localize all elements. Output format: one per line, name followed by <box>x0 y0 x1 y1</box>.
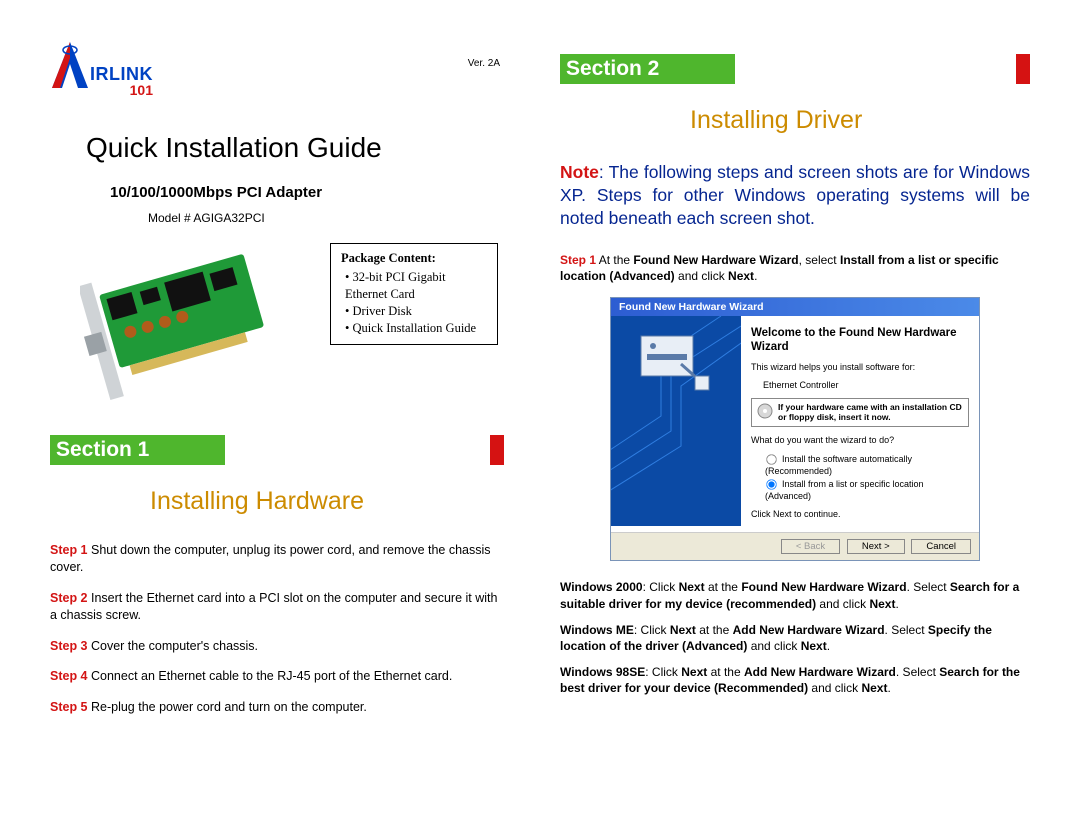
hardware-step-1: Step 1 Shut down the computer, unplug it… <box>50 542 504 576</box>
os-note-win98se: Windows 98SE: Click Next at the Add New … <box>560 664 1030 696</box>
pci-card-image <box>80 237 300 407</box>
section-2-label: Section 2 <box>560 54 735 84</box>
wizard-device-name: Ethernet Controller <box>763 380 969 392</box>
wizard-helps-text: This wizard helps you install software f… <box>751 362 969 374</box>
wizard-titlebar: Found New Hardware Wizard <box>611 298 979 316</box>
wizard-sidebar-graphic <box>611 316 741 526</box>
product-subtitle: 10/100/1000Mbps PCI Adapter <box>110 184 504 201</box>
package-content-box: Package Content: 32-bit PCI Gigabit Ethe… <box>330 243 498 345</box>
section-bar-accent <box>490 435 504 465</box>
wizard-continue-text: Click Next to continue. <box>751 509 969 521</box>
package-item: 32-bit PCI Gigabit Ethernet Card <box>345 269 487 303</box>
product-row: Package Content: 32-bit PCI Gigabit Ethe… <box>50 243 504 407</box>
model-number: Model # AGIGA32PCI <box>148 211 504 225</box>
section-bar-accent <box>1016 54 1030 84</box>
section-1-bar: Section 1 <box>50 435 504 465</box>
brand-logo: IRLINK 101 <box>50 40 504 98</box>
package-title: Package Content: <box>341 250 487 267</box>
wizard-cd-note: If your hardware came with an installati… <box>751 398 969 427</box>
installing-hardware-heading: Installing Hardware <box>150 487 504 516</box>
package-item: Quick Installation Guide <box>345 320 487 337</box>
os-note-win2000: Windows 2000: Click Next at the Found Ne… <box>560 579 1030 611</box>
wizard-option-auto[interactable]: Install the software automatically (Reco… <box>765 453 969 476</box>
logo-text: IRLINK 101 <box>90 64 153 98</box>
package-item: Driver Disk <box>345 303 487 320</box>
page-title: Quick Installation Guide <box>86 132 504 164</box>
next-button[interactable]: Next > <box>847 539 905 554</box>
note-label: Note <box>560 162 599 182</box>
logo-mark-icon <box>50 40 92 92</box>
wizard-option-advanced[interactable]: Install from a list or specific location… <box>765 478 969 501</box>
version-label: Ver. 2A <box>468 58 500 69</box>
cancel-button[interactable]: Cancel <box>911 539 971 554</box>
hardware-step-4: Step 4 Connect an Ethernet cable to the … <box>50 668 504 685</box>
wizard-question: What do you want the wizard to do? <box>751 435 969 447</box>
note-paragraph: Note: The following steps and screen sho… <box>560 161 1030 230</box>
hardware-wizard-dialog: Found New Hardware Wizard <box>610 297 980 562</box>
hardware-step-2: Step 2 Insert the Ethernet card into a P… <box>50 590 504 624</box>
hardware-step-3: Step 3 Cover the computer's chassis. <box>50 638 504 655</box>
hardware-step-5: Step 5 Re-plug the power cord and turn o… <box>50 699 504 716</box>
os-note-winme: Windows ME: Click Next at the Add New Ha… <box>560 622 1030 654</box>
driver-step-1: Step 1 At the Found New Hardware Wizard,… <box>560 252 1030 284</box>
wizard-welcome: Welcome to the Found New Hardware Wizard <box>751 326 969 355</box>
wizard-button-row: < Back Next > Cancel <box>611 532 979 560</box>
wizard-content: Welcome to the Found New Hardware Wizard… <box>741 316 979 533</box>
installing-driver-heading: Installing Driver <box>690 106 1030 135</box>
section-1-label: Section 1 <box>50 435 225 465</box>
right-column: Section 2 Installing Driver Note: The fo… <box>540 0 1080 834</box>
back-button[interactable]: < Back <box>781 539 840 554</box>
section-2-bar: Section 2 <box>560 54 1030 84</box>
left-column: Ver. 2A IRLINK 101 Quick Installation Gu… <box>0 0 540 834</box>
